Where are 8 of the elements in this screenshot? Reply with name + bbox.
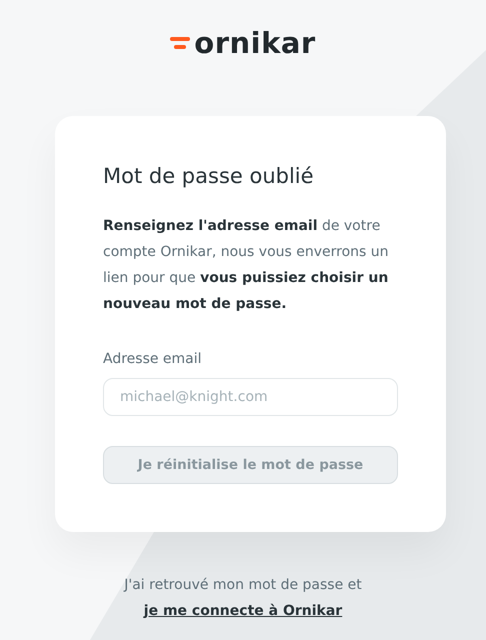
- email-field[interactable]: michael@knight.com: [103, 378, 398, 416]
- login-link[interactable]: je me connecte à Ornikar: [144, 603, 342, 620]
- instructions: Renseignez l'adresse email de votre compte Ornikar, nous vous enverrons un lien pour que vous puissiez choisir un nouveau mot de passe.: [103, 217, 390, 314]
- logo-icon: [170, 36, 190, 50]
- logo: ornikar: [194, 28, 316, 58]
- email-label: Adresse email: [103, 350, 203, 370]
- title: Mot de passe oublié: [103, 164, 315, 190]
- footer-text: J'ai retrouvé mon mot de passe et: [122, 576, 363, 596]
